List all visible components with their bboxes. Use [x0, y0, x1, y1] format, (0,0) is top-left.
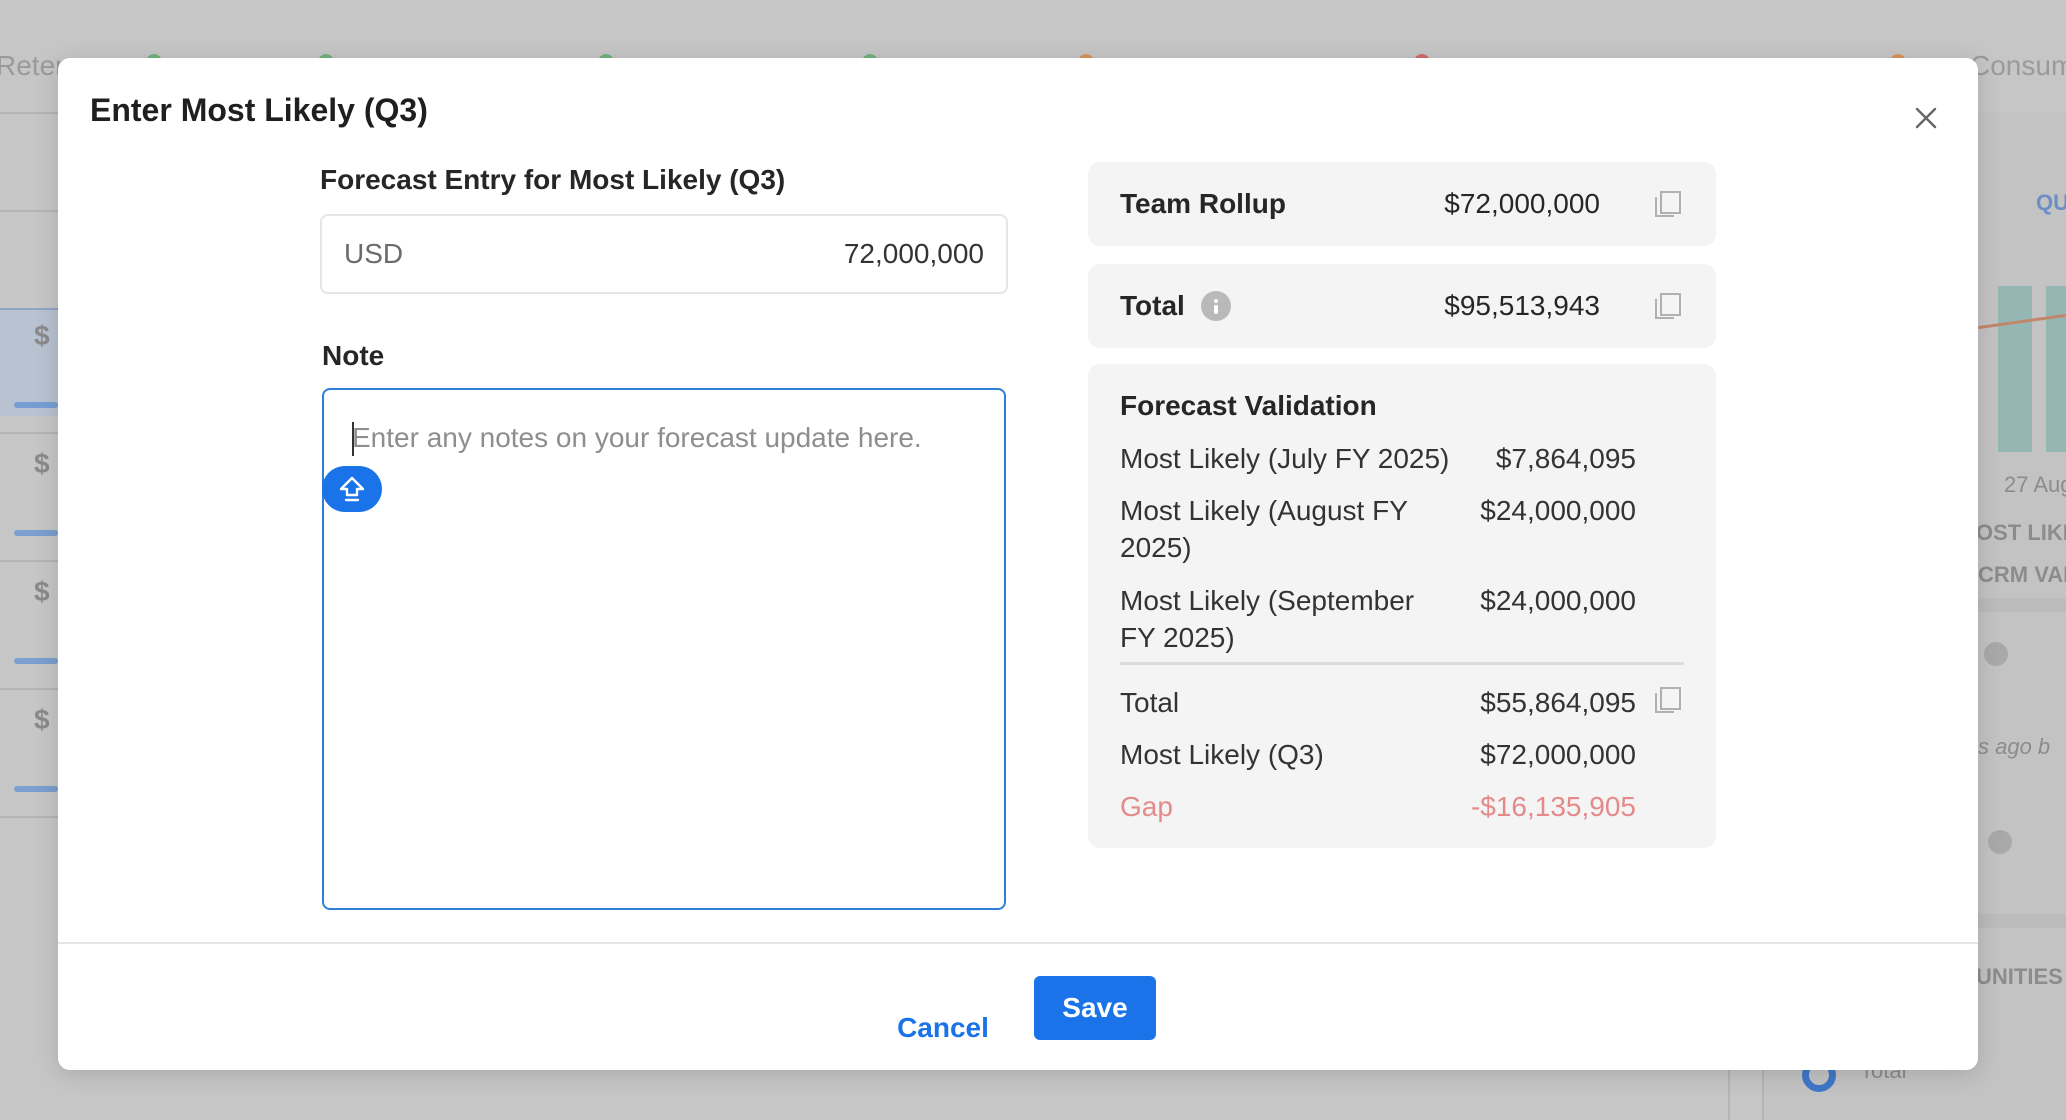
copy-icon[interactable]: [1652, 188, 1684, 220]
modal-title: Enter Most Likely (Q3): [90, 92, 428, 128]
background-info-icon: [1984, 642, 2008, 666]
background-progress-bar: [14, 658, 58, 664]
validation-total-value: $55,864,095: [1480, 687, 1636, 718]
currency-label: USD: [344, 238, 404, 269]
text-caret: [352, 422, 354, 456]
info-icon[interactable]: [1200, 291, 1231, 321]
validation-row-value: $7,864,095: [1495, 443, 1636, 474]
background-progress-bar: [14, 530, 58, 536]
background-amount: $: [34, 448, 50, 479]
total-card: Total $95,513,943: [1088, 264, 1716, 348]
forecast-validation-title: Forecast Validation: [1120, 390, 1377, 421]
copy-icon[interactable]: [1652, 290, 1684, 322]
validation-most-likely-label: Most Likely (Q3): [1120, 739, 1324, 770]
forecast-amount-input[interactable]: USD 72,000,000: [320, 214, 1008, 294]
background-divider: [0, 816, 58, 818]
background-timestamp: s ago b: [1978, 734, 2051, 759]
background-column-label: OST LIKEL: [1976, 520, 2066, 545]
background-tab-label: QU: [2036, 190, 2066, 215]
note-label: Note: [322, 340, 385, 371]
validation-gap-value: -$16,135,905: [1470, 791, 1636, 822]
footer-divider: [58, 942, 1978, 944]
background-column-label: CRM VAL: [1978, 562, 2066, 587]
background-divider: [0, 210, 58, 212]
save-button[interactable]: Save: [1034, 976, 1156, 1040]
background-amount: $: [34, 320, 50, 351]
forecast-entry-modal: Enter Most Likely (Q3) Forecast Entry fo…: [58, 58, 1978, 1070]
validation-row-label: Most Likely (September FY 2025): [1120, 585, 1415, 653]
note-placeholder: Enter any notes on your forecast update …: [352, 422, 922, 453]
validation-row-value: $24,000,000: [1480, 495, 1636, 526]
background-divider: [0, 688, 58, 690]
background-separator: [1974, 914, 2066, 928]
validation-divider: [1120, 662, 1684, 665]
close-icon: [1915, 107, 1937, 129]
forecast-amount-value: 72,000,000: [843, 238, 984, 269]
validation-gap-label: Gap: [1120, 791, 1173, 822]
background-info-icon: [1988, 830, 2012, 854]
close-button[interactable]: [1906, 98, 1946, 138]
background-separator: [1974, 598, 2066, 612]
note-textarea[interactable]: Enter any notes on your forecast update …: [322, 388, 1006, 910]
cancel-button[interactable]: Cancel: [878, 998, 1008, 1058]
team-rollup-card: Team Rollup $72,000,000: [1088, 162, 1716, 246]
validation-row-label: Most Likely (July FY 2025): [1120, 443, 1450, 474]
background-divider: [0, 432, 58, 434]
team-rollup-label: Team Rollup: [1120, 188, 1286, 219]
validation-total-label: Total: [1120, 687, 1180, 718]
copy-icon[interactable]: [1652, 684, 1684, 716]
background-amount: $: [34, 704, 50, 735]
total-label: Total: [1120, 290, 1185, 321]
upload-arrow-icon: [339, 476, 365, 502]
background-progress-bar: [14, 402, 58, 408]
background-section-label: UNITIES: [1976, 964, 2063, 989]
background-progress-bar: [14, 786, 58, 792]
forecast-entry-label: Forecast Entry for Most Likely (Q3): [320, 164, 786, 195]
background-date-label: 27 Aug: [2004, 472, 2066, 497]
background-amount: $: [34, 576, 50, 607]
forecast-validation-card: Forecast Validation Most Likely (July FY…: [1088, 364, 1716, 848]
validation-row-value: $24,000,000: [1480, 585, 1636, 616]
background-divider: [0, 560, 58, 562]
validation-row-label: Most Likely (August FY 2025): [1120, 495, 1408, 563]
validation-most-likely-value: $72,000,000: [1480, 739, 1636, 770]
note-assist-button[interactable]: [322, 466, 382, 512]
background-chart-bar: [2046, 286, 2066, 452]
total-value: $95,513,943: [1444, 290, 1600, 321]
team-rollup-value: $72,000,000: [1444, 188, 1600, 219]
background-divider: [0, 112, 58, 114]
background-tab-right: Consum: [1970, 50, 2066, 81]
background-chart-bar: [1998, 286, 2032, 452]
